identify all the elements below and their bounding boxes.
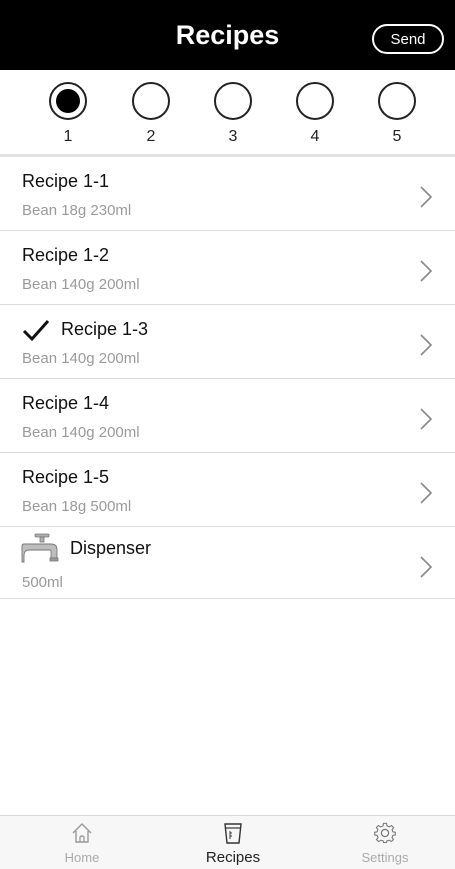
recipe-name: Recipe 1-2 [22, 245, 110, 265]
recipe-name: Recipe 1-1 [22, 171, 110, 191]
radio-button[interactable] [296, 82, 334, 120]
recipe-row-1-1[interactable]: Recipe 1-1 Bean 18g 230ml [0, 157, 455, 231]
set-option-4[interactable]: 4 [285, 82, 345, 148]
recipe-detail: Bean 18g 500ml [22, 498, 132, 515]
app-header: Recipes Send [0, 0, 455, 70]
chevron-right-icon [420, 408, 433, 430]
radio-button[interactable] [378, 82, 416, 120]
set-option-2[interactable]: 2 [121, 82, 181, 148]
tab-recipes[interactable]: Recipes [178, 816, 288, 869]
recipe-detail: Bean 140g 200ml [22, 350, 140, 367]
recipe-detail: Bean 140g 200ml [22, 424, 140, 441]
recipe-set-selector: 1 2 3 4 5 [0, 70, 455, 154]
recipe-row-1-5[interactable]: Recipe 1-5 Bean 18g 500ml [0, 453, 455, 527]
checkmark-icon [22, 320, 50, 342]
dispenser-row[interactable]: Dispenser 500ml [0, 527, 455, 599]
recipe-row-1-3[interactable]: Recipe 1-3 Bean 140g 200ml [0, 305, 455, 379]
set-option-label: 4 [310, 128, 320, 145]
chevron-right-icon [420, 260, 433, 282]
recipe-row-1-2[interactable]: Recipe 1-2 Bean 140g 200ml [0, 231, 455, 305]
tab-settings[interactable]: Settings [330, 816, 440, 869]
set-option-label: 1 [63, 128, 73, 145]
chevron-right-icon [420, 556, 433, 578]
dispenser-detail: 500ml [22, 574, 63, 591]
chevron-right-icon [420, 186, 433, 208]
send-button[interactable]: Send [372, 24, 444, 54]
recipe-detail: Bean 140g 200ml [22, 276, 140, 293]
bottom-tab-bar: Home Recipes Settings [0, 815, 455, 869]
radio-button[interactable] [49, 82, 87, 120]
home-icon [72, 823, 92, 843]
chevron-right-icon [420, 482, 433, 504]
tab-label: Settings [361, 850, 409, 865]
recipe-name: Recipe 1-3 [61, 319, 149, 339]
recipe-list: Recipe 1-1 Bean 18g 230ml Recipe 1-2 Bea… [0, 154, 455, 599]
dispenser-name: Dispenser [70, 538, 152, 558]
set-option-label: 5 [392, 128, 402, 145]
faucet-icon [21, 533, 59, 563]
radio-button[interactable] [214, 82, 252, 120]
set-option-3[interactable]: 3 [203, 82, 263, 148]
radio-selected-dot [56, 89, 80, 113]
tab-home[interactable]: Home [27, 816, 137, 869]
recipe-name: Recipe 1-4 [22, 393, 110, 413]
cup-icon [224, 823, 242, 844]
radio-button[interactable] [132, 82, 170, 120]
tab-label: Recipes [205, 849, 261, 866]
recipe-row-1-4[interactable]: Recipe 1-4 Bean 140g 200ml [0, 379, 455, 453]
set-option-label: 3 [228, 128, 238, 145]
tab-label: Home [64, 850, 100, 865]
set-option-5[interactable]: 5 [367, 82, 427, 148]
gear-icon [374, 822, 396, 843]
recipe-detail: Bean 18g 230ml [22, 202, 132, 219]
chevron-right-icon [420, 334, 433, 356]
set-option-label: 2 [146, 128, 156, 145]
recipe-name: Recipe 1-5 [22, 467, 110, 487]
set-option-1[interactable]: 1 [38, 82, 98, 148]
